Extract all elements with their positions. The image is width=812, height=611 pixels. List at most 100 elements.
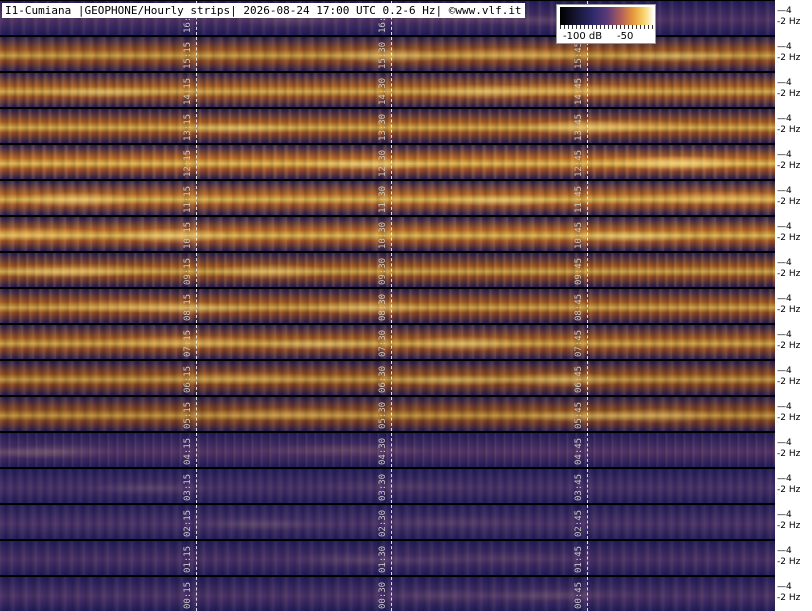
quarter-hour-line — [391, 433, 392, 467]
time-label: 08:15 — [183, 293, 193, 321]
time-label: 08:45 — [574, 293, 584, 321]
time-label: 01:15 — [183, 545, 193, 573]
axis-tick-2hz: -2 Hz — [777, 233, 801, 243]
colorbar: -100 dB -50 — [556, 4, 656, 44]
time-label: 00:30 — [378, 581, 388, 609]
time-label: 05:30 — [378, 401, 388, 429]
time-label: 15:15 — [183, 41, 193, 69]
axis-tick-4hz: —4 — [777, 438, 792, 448]
time-label: 07:45 — [574, 329, 584, 357]
axis-tick-2hz: -2 Hz — [777, 161, 801, 171]
quarter-hour-line — [391, 469, 392, 503]
colorbar-tick — [652, 25, 653, 29]
quarter-hour-line — [391, 109, 392, 143]
quarter-hour-line — [587, 289, 588, 323]
colorbar-tick — [616, 25, 617, 29]
axis-tick-2hz: -2 Hz — [777, 413, 801, 423]
axis-tick-4hz: —4 — [777, 6, 792, 16]
colorbar-tick — [572, 25, 573, 29]
axis-tick-2hz: -2 Hz — [777, 269, 801, 279]
quarter-hour-line — [587, 217, 588, 251]
time-label: 02:15 — [183, 509, 193, 537]
colorbar-tick — [588, 25, 589, 29]
quarter-hour-line — [196, 181, 197, 215]
time-label: 00:15 — [183, 581, 193, 609]
quarter-hour-line — [196, 541, 197, 575]
colorbar-tick — [648, 25, 649, 29]
time-label: 00:45 — [574, 581, 584, 609]
colorbar-tick — [568, 25, 569, 29]
quarter-hour-line — [587, 73, 588, 107]
time-label: 09:15 — [183, 257, 193, 285]
time-label: 10:30 — [378, 221, 388, 249]
axis-tick-2hz: -2 Hz — [777, 485, 801, 495]
quarter-hour-line — [196, 37, 197, 71]
axis-tick-2hz: -2 Hz — [777, 53, 801, 63]
quarter-hour-line — [587, 109, 588, 143]
axis-tick-2hz: -2 Hz — [777, 197, 801, 207]
time-label: 10:15 — [183, 221, 193, 249]
time-label: 07:15 — [183, 329, 193, 357]
quarter-hour-line — [587, 325, 588, 359]
quarter-hour-line — [587, 505, 588, 539]
quarter-hour-line — [196, 73, 197, 107]
axis-tick-4hz: —4 — [777, 546, 792, 556]
quarter-hour-line — [587, 433, 588, 467]
colorbar-tick — [644, 25, 645, 29]
quarter-hour-line — [196, 397, 197, 431]
axis-tick-4hz: —4 — [777, 186, 792, 196]
quarter-hour-line — [391, 397, 392, 431]
axis-tick-4hz: —4 — [777, 330, 792, 340]
time-label: 06:30 — [378, 365, 388, 393]
quarter-hour-line — [391, 217, 392, 251]
quarter-hour-line — [391, 361, 392, 395]
quarter-hour-line — [196, 217, 197, 251]
time-label: 13:45 — [574, 113, 584, 141]
colorbar-tick — [564, 25, 565, 29]
colorbar-tick — [604, 25, 605, 29]
time-label: 02:45 — [574, 509, 584, 537]
axis-tick-2hz: -2 Hz — [777, 557, 801, 567]
time-label: 04:30 — [378, 437, 388, 465]
colorbar-tick — [640, 25, 641, 29]
colorbar-tick — [592, 25, 593, 29]
axis-tick-2hz: -2 Hz — [777, 521, 801, 531]
time-label: 11:45 — [574, 185, 584, 213]
time-label: 09:45 — [574, 257, 584, 285]
quarter-hour-line — [391, 577, 392, 611]
colorbar-tick — [636, 25, 637, 29]
axis-tick-2hz: -2 Hz — [777, 449, 801, 459]
time-label: 14:45 — [574, 77, 584, 105]
time-label: 14:30 — [378, 77, 388, 105]
quarter-hour-line — [196, 145, 197, 179]
axis-tick-2hz: -2 Hz — [777, 125, 801, 135]
chart-title: I1-Cumiana |GEOPHONE/Hourly strips| 2026… — [2, 3, 525, 18]
colorbar-label-low: -100 dB — [563, 31, 603, 42]
time-label: 10:45 — [574, 221, 584, 249]
time-label: 12:15 — [183, 149, 193, 177]
axis-tick-4hz: —4 — [777, 114, 792, 124]
axis-tick-2hz: -2 Hz — [777, 593, 801, 603]
axis-tick-4hz: —4 — [777, 42, 792, 52]
axis-tick-4hz: —4 — [777, 150, 792, 160]
time-label: 05:45 — [574, 401, 584, 429]
time-label: 03:15 — [183, 473, 193, 501]
axis-tick-4hz: —4 — [777, 258, 792, 268]
axis-tick-2hz: -2 Hz — [777, 17, 801, 27]
time-label: 01:30 — [378, 545, 388, 573]
quarter-hour-line — [587, 469, 588, 503]
colorbar-tick — [576, 25, 577, 29]
axis-tick-4hz: —4 — [777, 78, 792, 88]
time-label: 08:30 — [378, 293, 388, 321]
time-label: 07:30 — [378, 329, 388, 357]
axis-tick-4hz: —4 — [777, 474, 792, 484]
axis-tick-2hz: -2 Hz — [777, 89, 801, 99]
quarter-hour-line — [587, 145, 588, 179]
time-label: 13:30 — [378, 113, 388, 141]
time-label: 15:45 — [574, 41, 584, 69]
axis-tick-4hz: —4 — [777, 294, 792, 304]
colorbar-gradient — [560, 7, 654, 25]
colorbar-tick — [612, 25, 613, 29]
quarter-hour-line — [587, 577, 588, 611]
spectrogram-plot: 16:1516:3016:4515:1515:3015:4514:1514:30… — [0, 0, 775, 611]
